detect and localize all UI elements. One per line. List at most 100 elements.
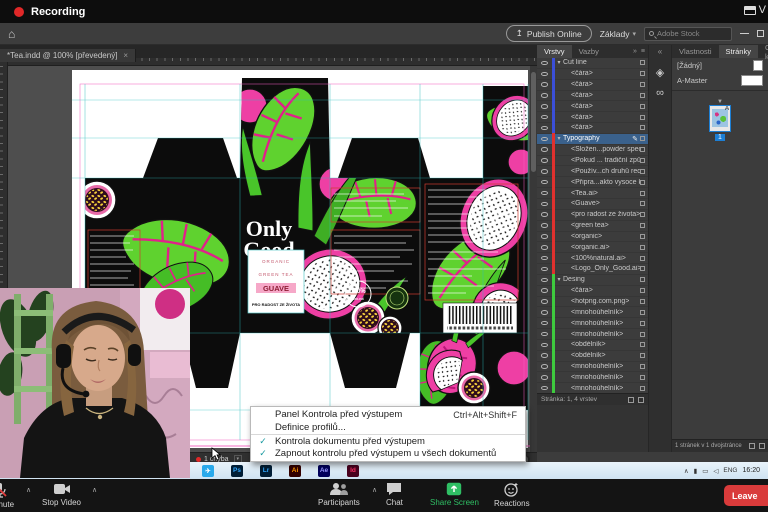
workspace-switcher[interactable]: Základy▾ — [600, 29, 636, 39]
visibility-eye-icon[interactable] — [541, 310, 548, 315]
visibility-eye-icon[interactable] — [541, 104, 548, 109]
panel-expand-icon[interactable]: » — [633, 48, 637, 55]
layer-row[interactable]: <čára> ✎ — [537, 112, 648, 123]
layer-row[interactable]: ▾ Desing ✎ — [537, 275, 648, 286]
visibility-eye-icon[interactable] — [541, 115, 548, 120]
layer-target-square[interactable] — [640, 191, 645, 196]
vertical-scrollbar-thumb[interactable] — [531, 72, 536, 172]
layer-row[interactable]: <Tea.ai> ✎ — [537, 188, 648, 199]
layer-row[interactable]: <mnohoúhelník> ✎ — [537, 383, 648, 393]
layer-target-square[interactable] — [640, 277, 645, 282]
layer-row[interactable]: <čára> ✎ — [537, 123, 648, 134]
visibility-eye-icon[interactable] — [541, 158, 548, 163]
layer-row[interactable]: <mnohoúhelník> ✎ — [537, 362, 648, 373]
visibility-eye-icon[interactable] — [541, 169, 548, 174]
expand-chevron-icon[interactable]: ▾ — [555, 135, 563, 142]
visibility-eye-icon[interactable] — [541, 343, 548, 348]
chat-button[interactable]: Chat — [386, 482, 403, 507]
layer-row[interactable]: <mnohoúhelník> ✎ — [537, 307, 648, 318]
layer-target-square[interactable] — [640, 180, 645, 185]
collapse-panels-icon[interactable]: « — [658, 45, 662, 58]
tray-language[interactable]: ENG — [723, 467, 737, 474]
layer-row[interactable]: <Složen...powder special...> ✎ — [537, 145, 648, 156]
unmute-button[interactable]: Unmute — [0, 482, 14, 509]
panel-menu-icon[interactable]: ≡ — [641, 48, 645, 55]
visibility-eye-icon[interactable] — [541, 126, 548, 131]
visibility-eye-icon[interactable] — [541, 256, 548, 261]
taskbar-app-icon[interactable]: Ae — [318, 465, 330, 477]
layer-target-square[interactable] — [640, 375, 645, 380]
tab-vazby[interactable]: Vazby — [572, 45, 606, 58]
layer-target-square[interactable] — [640, 223, 645, 228]
visibility-eye-icon[interactable] — [541, 245, 548, 250]
expand-chevron-icon[interactable]: ▾ — [555, 276, 563, 283]
layer-row[interactable]: <čára> ✎ — [537, 91, 648, 102]
visibility-eye-icon[interactable] — [541, 386, 548, 391]
cc-libraries-dock-icon[interactable]: ∞ — [656, 87, 664, 99]
layer-row[interactable]: ▾ Cut line ✎ — [537, 58, 648, 69]
layer-row[interactable]: <pro radost ze života> ✎ — [537, 210, 648, 221]
visibility-eye-icon[interactable] — [541, 93, 548, 98]
layer-row[interactable]: <hotpng.com.png> ✎ — [537, 297, 648, 308]
participants-options-caret[interactable]: ∧ — [372, 486, 377, 494]
layer-row[interactable]: <mnohoúhelník> ✎ — [537, 318, 648, 329]
context-menu-item[interactable]: ✓ Kontrola dokumentu před výstupem — [251, 434, 525, 447]
layer-target-square[interactable] — [640, 353, 645, 358]
visibility-eye-icon[interactable] — [541, 278, 548, 283]
visibility-eye-icon[interactable] — [541, 299, 548, 304]
layer-row[interactable]: <mnohoúhelník> ✎ — [537, 329, 648, 340]
home-icon[interactable]: ⌂ — [8, 27, 15, 41]
layer-target-square[interactable] — [640, 266, 645, 271]
taskbar-app-icon[interactable]: Ps — [231, 465, 243, 477]
visibility-eye-icon[interactable] — [541, 321, 548, 326]
share-screen-button[interactable]: Share Screen — [430, 482, 479, 507]
tab-vrstvy[interactable]: Vrstvy — [537, 45, 572, 58]
tray-volume-icon[interactable]: ◁ — [713, 467, 718, 475]
layer-target-square[interactable] — [640, 256, 645, 261]
context-menu-item[interactable]: ✓ Zapnout kontrolu před výstupem u všech… — [251, 447, 525, 460]
view-button[interactable]: V — [744, 4, 766, 16]
layer-target-square[interactable] — [640, 147, 645, 152]
new-layer-icon[interactable] — [628, 397, 634, 403]
layer-target-square[interactable] — [640, 332, 645, 337]
layer-row[interactable]: <čára> ✎ — [537, 69, 648, 80]
visibility-eye-icon[interactable] — [541, 82, 548, 87]
barcode[interactable] — [443, 303, 517, 333]
taskbar-app-icon[interactable]: Id — [347, 465, 359, 477]
stop-video-button[interactable]: Stop Video — [42, 482, 81, 507]
layer-row[interactable]: <čára> ✎ — [537, 286, 648, 297]
visibility-eye-icon[interactable] — [541, 212, 548, 217]
layer-target-square[interactable] — [640, 288, 645, 293]
layer-target-square[interactable] — [640, 342, 645, 347]
close-tab-icon[interactable]: × — [123, 51, 128, 60]
layer-row[interactable]: ▾ Typography ✎ — [537, 134, 648, 145]
layers-dock-icon[interactable]: ◈ — [656, 66, 664, 79]
visibility-eye-icon[interactable] — [541, 353, 548, 358]
layer-target-square[interactable] — [640, 310, 645, 315]
publish-online-button[interactable]: ↥ Publish Online — [506, 25, 592, 42]
visibility-eye-icon[interactable] — [541, 61, 548, 66]
layer-target-square[interactable] — [640, 93, 645, 98]
mic-options-caret[interactable]: ∧ — [26, 486, 31, 494]
vertical-scrollbar[interactable] — [530, 66, 537, 452]
layer-row[interactable]: <Připra...akto vysoce kva...> ✎ — [537, 177, 648, 188]
taskbar-app-icon[interactable]: ✈ — [202, 465, 214, 477]
master-a-row[interactable]: A-Master — [672, 73, 768, 88]
layer-target-square[interactable] — [640, 71, 645, 76]
layer-row[interactable]: <Logo_Only_Good.ai> ✎ — [537, 264, 648, 275]
tray-chevron-icon[interactable]: ∧ — [684, 467, 689, 475]
taskbar-app-icon[interactable]: Lr — [260, 465, 272, 477]
layer-target-square[interactable] — [640, 115, 645, 120]
page-1-thumbnail[interactable]: A — [709, 105, 731, 132]
visibility-eye-icon[interactable] — [541, 234, 548, 239]
delete-layer-icon[interactable] — [638, 397, 644, 403]
info-box[interactable]: ORGANIC GREEN TEA GUAVE PRO RADOST ZE ŽI… — [248, 250, 304, 313]
new-page-icon[interactable] — [749, 443, 755, 449]
layer-target-square[interactable] — [640, 234, 645, 239]
layer-row[interactable]: <obdélník> ✎ — [537, 340, 648, 351]
leave-button[interactable]: Leave — [724, 485, 768, 506]
visibility-eye-icon[interactable] — [541, 72, 548, 77]
visibility-eye-icon[interactable] — [541, 364, 548, 369]
layer-row[interactable]: <100%natural.ai> ✎ — [537, 253, 648, 264]
layer-target-square[interactable] — [640, 136, 645, 141]
